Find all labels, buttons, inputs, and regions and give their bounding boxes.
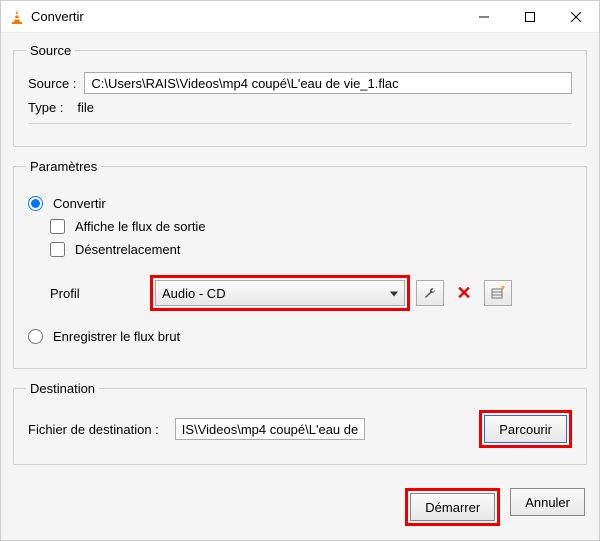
convert-radio[interactable] <box>28 196 43 211</box>
params-legend: Paramètres <box>26 159 101 174</box>
destination-group: Destination Fichier de destination : Par… <box>13 381 587 465</box>
type-label: Type : <box>28 100 63 115</box>
profile-highlight: Audio - CD <box>150 275 410 311</box>
delete-profile-button[interactable]: ✕ <box>450 280 478 306</box>
dump-raw-radio[interactable] <box>28 329 43 344</box>
titlebar: Convertir <box>1 1 599 33</box>
new-profile-button[interactable] <box>484 280 512 306</box>
profile-combobox[interactable]: Audio - CD <box>155 280 405 306</box>
maximize-button[interactable] <box>507 1 553 33</box>
profile-value: Audio - CD <box>162 286 226 301</box>
wrench-icon <box>423 286 437 300</box>
browse-button[interactable]: Parcourir <box>484 415 567 443</box>
vlc-icon <box>9 9 25 25</box>
source-group: Source Source : Type : file <box>13 43 587 147</box>
destination-input[interactable] <box>175 418 365 440</box>
source-input[interactable] <box>84 72 572 94</box>
window-title: Convertir <box>31 9 461 24</box>
deinterlace-label: Désentrelacement <box>75 242 181 257</box>
source-label: Source : <box>28 76 76 91</box>
window-controls <box>461 1 599 33</box>
start-highlight: Démarrer <box>405 488 500 526</box>
browse-highlight: Parcourir <box>479 410 572 448</box>
destination-label: Fichier de destination : <box>28 422 159 437</box>
convert-dialog: Convertir Source Source : Type : file <box>0 0 600 541</box>
show-output-label: Affiche le flux de sortie <box>75 219 206 234</box>
cancel-button[interactable]: Annuler <box>510 488 585 516</box>
params-group: Paramètres Convertir Affiche le flux de … <box>13 159 587 369</box>
close-button[interactable] <box>553 1 599 33</box>
show-output-checkbox[interactable] <box>50 219 65 234</box>
profile-label: Profil <box>50 286 150 301</box>
source-legend: Source <box>26 43 75 58</box>
convert-label: Convertir <box>53 196 106 211</box>
deinterlace-checkbox[interactable] <box>50 242 65 257</box>
edit-profile-button[interactable] <box>416 280 444 306</box>
start-button[interactable]: Démarrer <box>410 493 495 521</box>
dump-raw-label: Enregistrer le flux brut <box>53 329 180 344</box>
dialog-footer: Démarrer Annuler <box>405 488 585 526</box>
chevron-down-icon <box>390 286 398 301</box>
destination-legend: Destination <box>26 381 99 396</box>
new-profile-icon <box>491 286 505 300</box>
type-value: file <box>77 100 94 115</box>
minimize-button[interactable] <box>461 1 507 33</box>
x-icon: ✕ <box>456 283 471 304</box>
